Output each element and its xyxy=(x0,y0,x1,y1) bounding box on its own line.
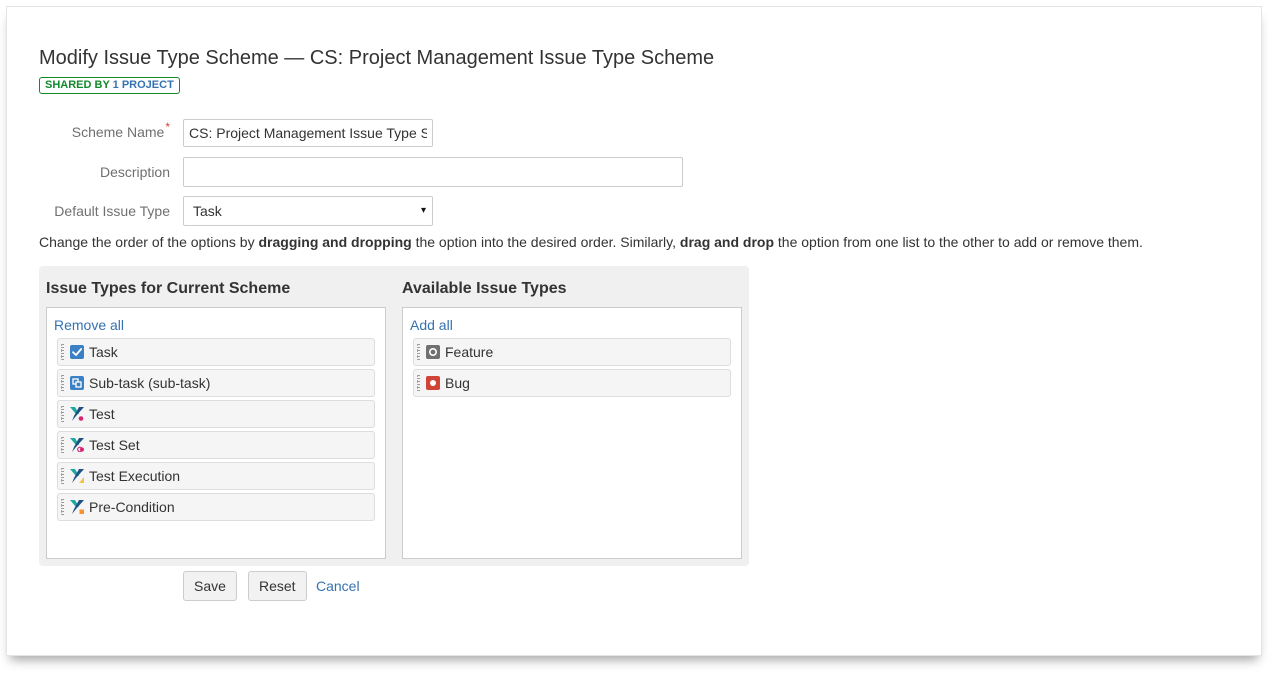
item-label: Pre-Condition xyxy=(89,499,175,515)
default-issue-type-select[interactable]: Task ▾ xyxy=(183,196,433,226)
issue-type-lists: Issue Types for Current Scheme Remove al… xyxy=(39,266,749,566)
item-label: Task xyxy=(89,344,118,360)
drag-drop-instructions: Change the order of the options by dragg… xyxy=(39,234,1143,250)
xray-precondition-icon xyxy=(70,500,84,514)
bug-icon xyxy=(426,376,440,390)
instructions-bold-1: dragging and dropping xyxy=(258,234,412,250)
default-issue-type-label: Default Issue Type xyxy=(54,203,170,219)
drag-handle-icon[interactable] xyxy=(61,499,64,515)
drag-handle-icon[interactable] xyxy=(61,344,64,360)
description-label: Description xyxy=(99,164,170,180)
list-item-test-execution[interactable]: Test Execution xyxy=(57,462,375,490)
badge-shared-text: SHARED BY xyxy=(45,79,110,91)
list-item-test-set[interactable]: Test Set xyxy=(57,431,375,459)
instructions-part-2: the option into the desired order. Simil… xyxy=(411,234,680,250)
scheme-name-input[interactable] xyxy=(183,119,433,147)
feature-icon xyxy=(426,345,440,359)
cancel-link[interactable]: Cancel xyxy=(316,578,360,594)
shared-by-badge: SHARED BY 1 PROJECT xyxy=(39,77,180,94)
available-types-title: Available Issue Types xyxy=(402,280,567,297)
list-item-test[interactable]: Test xyxy=(57,400,375,428)
instructions-part-1: Change the order of the options by xyxy=(39,234,259,250)
page-title: Modify Issue Type Scheme — CS: Project M… xyxy=(39,47,715,69)
scheme-name-label: Scheme Name* xyxy=(7,120,170,140)
item-label: Test Set xyxy=(89,437,140,453)
scheme-name-label-text: Scheme Name xyxy=(71,124,165,140)
description-input[interactable] xyxy=(183,157,683,187)
xray-test-icon xyxy=(70,407,84,421)
instructions-bold-2: drag and drop xyxy=(679,234,775,250)
remove-all-link[interactable]: Remove all xyxy=(54,317,124,333)
current-scheme-list[interactable]: Remove all Task Sub-task (sub-task) Test… xyxy=(46,307,386,559)
list-item-subtask[interactable]: Sub-task (sub-task) xyxy=(57,369,375,397)
list-item-feature[interactable]: Feature xyxy=(413,338,731,366)
instructions-part-3: the option from one list to the other to… xyxy=(774,234,1143,250)
current-scheme-title: Issue Types for Current Scheme xyxy=(46,280,291,297)
dropdown-caret-icon: ▾ xyxy=(420,205,426,216)
subtask-icon xyxy=(70,376,84,390)
task-icon xyxy=(70,345,84,359)
drag-handle-icon[interactable] xyxy=(417,344,420,360)
add-all-link[interactable]: Add all xyxy=(410,317,453,333)
item-label: Feature xyxy=(445,344,494,360)
available-types-list[interactable]: Add all Feature Bug xyxy=(402,307,742,559)
item-label: Test xyxy=(89,406,115,422)
item-label: Test Execution xyxy=(89,468,181,484)
xray-test-set-icon xyxy=(70,438,84,452)
save-button[interactable]: Save xyxy=(183,571,237,601)
list-item-task[interactable]: Task xyxy=(57,338,375,366)
badge-projects-link[interactable]: 1 PROJECT xyxy=(113,79,174,91)
list-item-precondition[interactable]: Pre-Condition xyxy=(57,493,375,521)
drag-handle-icon[interactable] xyxy=(61,406,64,422)
item-label: Bug xyxy=(445,375,470,391)
reset-button[interactable]: Reset xyxy=(248,571,307,601)
required-marker: * xyxy=(165,120,170,134)
drag-handle-icon[interactable] xyxy=(417,375,420,391)
xray-test-execution-icon xyxy=(70,469,84,483)
drag-handle-icon[interactable] xyxy=(61,437,64,453)
default-issue-type-value: Task xyxy=(193,203,222,219)
main-panel: Modify Issue Type Scheme — CS: Project M… xyxy=(6,6,1262,656)
item-label: Sub-task (sub-task) xyxy=(89,375,211,391)
list-item-bug[interactable]: Bug xyxy=(413,369,731,397)
drag-handle-icon[interactable] xyxy=(61,375,64,391)
drag-handle-icon[interactable] xyxy=(61,468,64,484)
